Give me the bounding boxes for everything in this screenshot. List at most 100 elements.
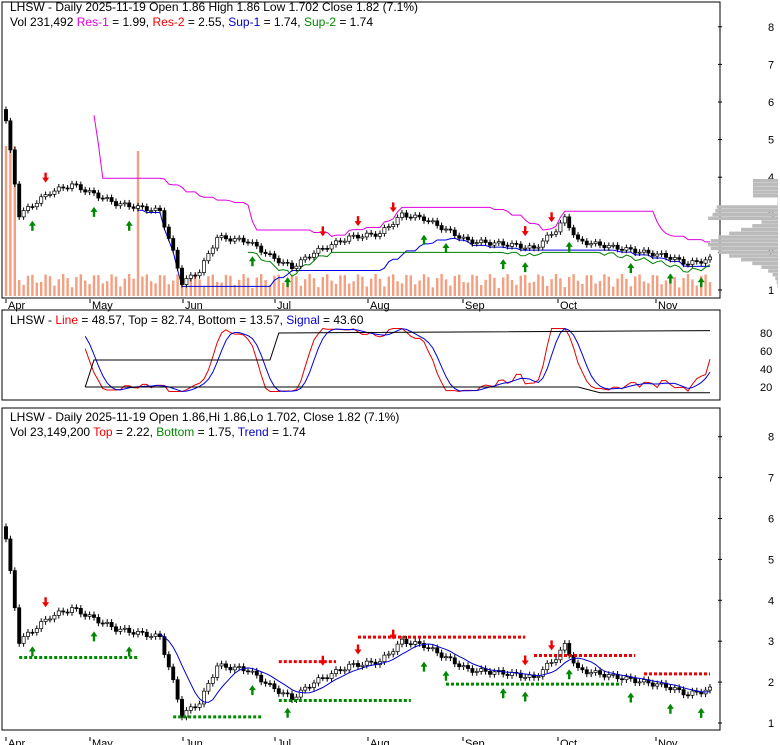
- volume-bar: [66, 278, 69, 296]
- panel3-candle: [580, 667, 585, 671]
- panel1-candle: [83, 189, 88, 193]
- panel3-candle: [250, 670, 255, 673]
- volume-profile-bar: [741, 257, 778, 262]
- panel3-candle: [122, 627, 127, 630]
- month-label: Sep: [465, 300, 485, 312]
- price-tick-label: 1: [768, 718, 774, 730]
- panel1-candle: [171, 238, 176, 251]
- volume-profile-bar: [768, 269, 778, 273]
- panel3-candle: [686, 694, 690, 697]
- volume-bar: [198, 279, 201, 296]
- volume-bar: [44, 274, 47, 296]
- volume-bar: [546, 285, 549, 296]
- panel3-candle: [259, 674, 264, 683]
- panel3-candle: [602, 673, 607, 678]
- panel1-candle: [193, 274, 198, 277]
- month-label: Aug: [370, 300, 390, 312]
- panel1-candle: [140, 205, 145, 208]
- panel1-candle: [175, 249, 180, 269]
- panel1-candle: [598, 241, 602, 246]
- panel3-candle: [188, 706, 193, 711]
- price-tick-label: 8: [768, 432, 774, 444]
- panel3-candle: [175, 679, 180, 700]
- panel1-candle: [34, 202, 39, 208]
- volume-bar: [18, 279, 21, 296]
- panel1-candle: [210, 247, 215, 254]
- panel1-candle: [523, 247, 528, 250]
- panel3-candle: [342, 669, 347, 672]
- volume-bar: [132, 278, 135, 296]
- panel1-candle: [457, 235, 462, 239]
- volume-bar: [502, 277, 505, 296]
- panel3-candle: [246, 670, 250, 673]
- panel3-candle: [690, 690, 695, 696]
- panel1-candle: [21, 210, 26, 218]
- volume-profile-bar: [710, 246, 778, 251]
- volume-bar: [572, 274, 575, 296]
- panel1-candle: [681, 258, 686, 265]
- volume-bar: [616, 278, 619, 296]
- panel3-candle: [470, 668, 475, 673]
- volume-bar: [493, 277, 496, 296]
- panel1-candle: [580, 238, 585, 242]
- panel1-candle: [391, 224, 396, 227]
- panel1-candle: [206, 253, 211, 262]
- volume-bar: [642, 281, 646, 296]
- panel1-candle: [92, 190, 96, 194]
- panel1-candle: [501, 241, 506, 246]
- panel1-candle: [144, 206, 149, 212]
- volume-bar: [704, 274, 707, 296]
- panel3-candle: [400, 638, 404, 645]
- volume-bar: [625, 278, 628, 296]
- volume-profile-bar: [741, 227, 778, 232]
- buy-arrow: [284, 277, 292, 288]
- panel3-candle: [620, 678, 624, 681]
- volume-profile-bar: [777, 284, 778, 288]
- volume-profile-bar: [729, 254, 778, 258]
- volume-bar: [422, 274, 426, 296]
- month-label: Nov: [658, 738, 678, 745]
- panel1-candle: [633, 248, 638, 254]
- panel3-candle: [78, 608, 83, 615]
- volume-bar: [497, 287, 500, 296]
- panel3-candle: [624, 676, 629, 681]
- volume-bar: [260, 274, 263, 296]
- panel3-candle: [351, 663, 356, 665]
- panel1-candle: [303, 256, 308, 261]
- volume-profile-bar: [718, 250, 778, 254]
- buy-arrow: [90, 206, 98, 217]
- buy-arrow: [697, 707, 705, 718]
- volume-bar: [660, 284, 663, 296]
- panel1-candle: [12, 149, 17, 185]
- volume-bar: [541, 276, 544, 296]
- buy-arrow: [28, 220, 36, 231]
- sell-arrow: [521, 226, 529, 237]
- volume-bar: [238, 279, 241, 296]
- panel3-candle: [404, 638, 409, 645]
- panel3-candle: [219, 663, 224, 667]
- panel3-candle: [127, 627, 132, 633]
- month-label: Oct: [560, 738, 577, 745]
- panel3-candle: [562, 643, 567, 651]
- volume-bar: [383, 286, 386, 296]
- panel3-candle: [606, 674, 611, 678]
- volume-bar: [532, 281, 536, 296]
- panel1-candle: [48, 194, 52, 196]
- panel1-candle: [444, 228, 448, 231]
- volume-bar: [664, 280, 668, 296]
- panel3-candle: [307, 686, 312, 689]
- panel3-candle: [492, 671, 497, 675]
- volume-bar: [550, 279, 553, 296]
- volume-profile-bar: [761, 220, 778, 224]
- panel3-candle: [87, 614, 92, 617]
- volume-bar: [145, 274, 148, 296]
- panel1-candle: [536, 246, 541, 249]
- panel3-candle: [268, 683, 272, 685]
- panel3-candle: [105, 622, 110, 624]
- volume-bar: [488, 274, 492, 296]
- osc-tick-label: 40: [760, 364, 772, 376]
- panel1-candle: [298, 259, 303, 267]
- panel1-candle: [320, 247, 325, 250]
- panel3-candle: [224, 663, 228, 668]
- panel1-candle: [96, 192, 101, 199]
